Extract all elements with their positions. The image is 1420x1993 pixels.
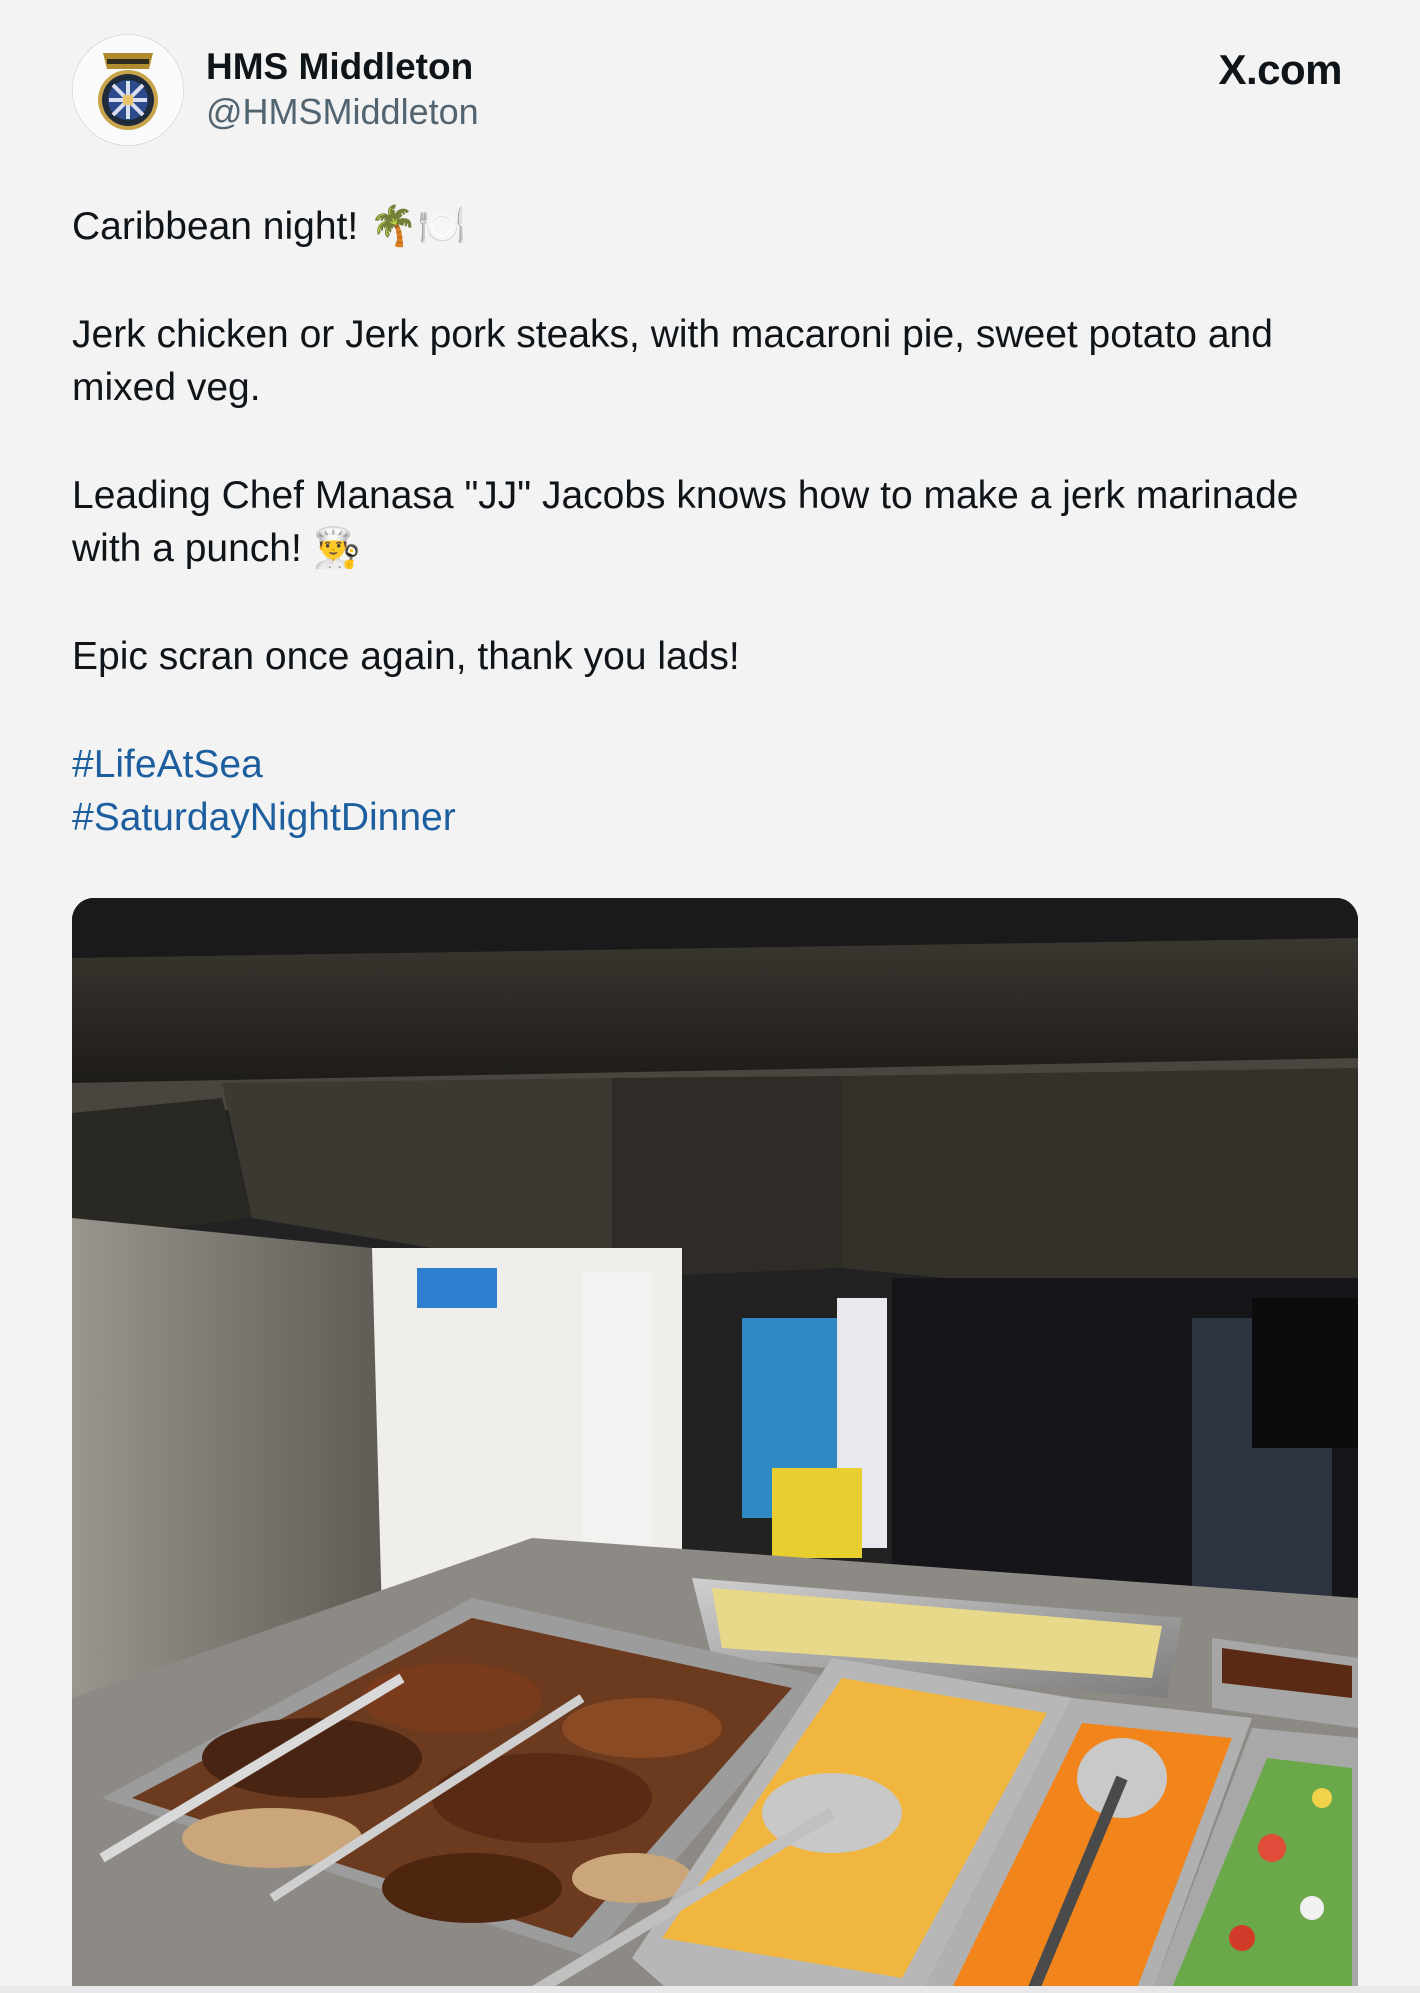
- account-handle[interactable]: @HMSMiddleton: [206, 90, 479, 134]
- post-photo[interactable]: [72, 898, 1358, 1993]
- divider: [0, 1986, 1420, 1993]
- account-names: HMS Middleton @HMSMiddleton: [206, 44, 479, 134]
- navy-ship-crest-icon: [74, 36, 182, 144]
- hashtag-link[interactable]: #SaturdayNightDinner: [72, 791, 1352, 844]
- post-body: Caribbean night! 🌴🍽️ Jerk chicken or Jer…: [72, 200, 1352, 844]
- post-header: HMS Middleton @HMSMiddleton X.com: [72, 34, 1352, 146]
- hashtag-link[interactable]: #LifeAtSea: [72, 738, 1352, 791]
- buffet-food-photo: [72, 898, 1358, 1993]
- brand-label[interactable]: X.com: [1218, 46, 1342, 94]
- avatar[interactable]: [72, 34, 184, 146]
- post-line-2: Jerk chicken or Jerk pork steaks, with m…: [72, 313, 1273, 409]
- post-line-4: Epic scran once again, thank you lads!: [72, 635, 740, 678]
- display-name[interactable]: HMS Middleton: [206, 44, 479, 90]
- post-line-1: Caribbean night! 🌴🍽️: [72, 205, 467, 248]
- post-line-3: Leading Chef Manasa "JJ" Jacobs knows ho…: [72, 474, 1299, 570]
